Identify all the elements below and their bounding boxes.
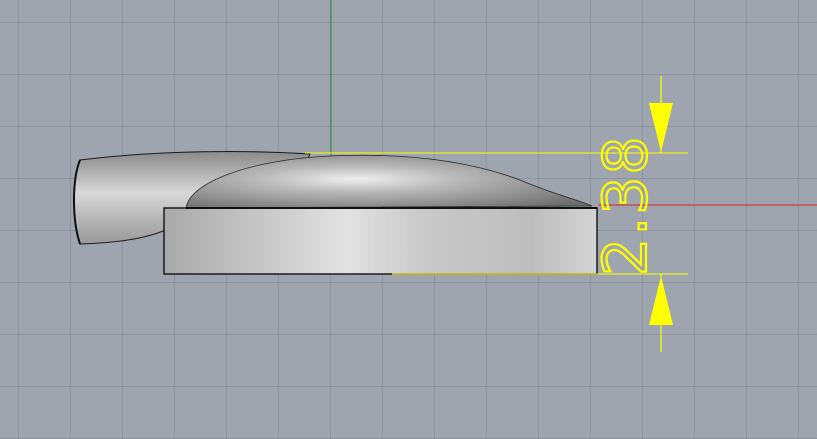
dimension-value[interactable]: 2.38 [590,133,662,277]
dimension-arrow-bottom-icon [649,276,673,325]
model-slab[interactable] [163,207,598,275]
viewport-canvas[interactable]: 2.38 [0,0,817,439]
cad-viewport[interactable]: 2.38 [0,0,817,439]
